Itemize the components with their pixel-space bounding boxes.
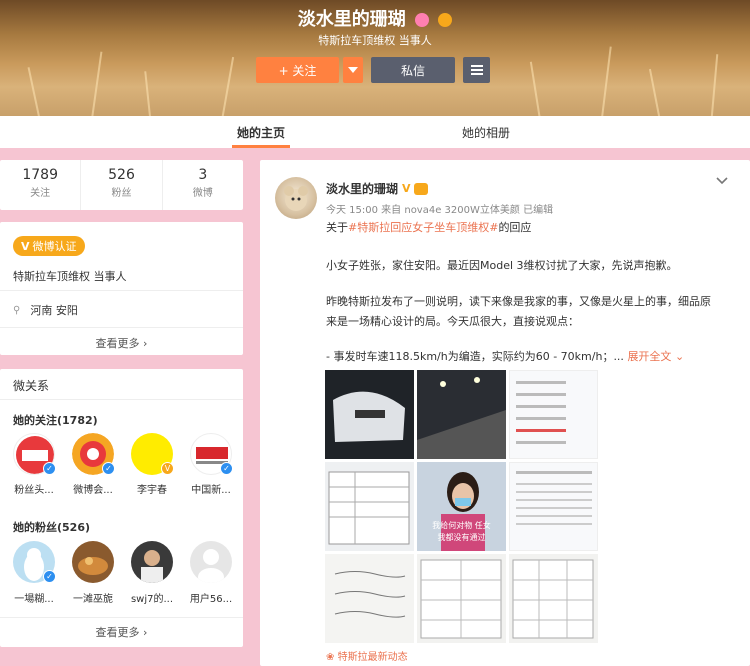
following-name-2[interactable]: 微博会...: [67, 481, 119, 496]
verified-icon: ✓: [220, 462, 233, 475]
post-text-line: 关于#特斯拉回应女子坐车顶维权#的回应: [326, 221, 532, 234]
photo: [334, 571, 406, 618]
chevron-down-icon: [348, 67, 358, 73]
follow-dropdown-button[interactable]: [343, 57, 363, 83]
follow-button[interactable]: + 关注: [256, 57, 339, 83]
verify-badge[interactable]: V 微博认证: [13, 236, 85, 256]
fan-avatar-4[interactable]: [190, 541, 232, 583]
chevron-down-icon: [716, 177, 728, 185]
photo: [516, 471, 592, 525]
chevron-down-icon: ⌄: [674, 350, 685, 363]
photo: [420, 559, 502, 639]
image-caption: 我都没有通过: [437, 533, 486, 542]
info-card: V 微博认证 特斯拉车顶维权 当事人 ⚲ 河南 安阳 查看更多 ›: [0, 222, 243, 355]
verified-icon: ✓: [43, 570, 56, 583]
post-image-2[interactable]: [417, 370, 506, 459]
post-card: 淡水里的珊瑚 V 今天 15:00 来自 nova4e 3200W立体美颜 已编…: [260, 160, 750, 666]
tab-album[interactable]: 她的相册: [462, 124, 510, 141]
hashtag-link[interactable]: #特斯拉回应女子坐车顶维权#: [348, 221, 498, 234]
verified-icon: ✓: [102, 462, 115, 475]
fans-title[interactable]: 她的粉丝(526): [13, 519, 90, 535]
relations-card: 微关系 她的关注(1782) ✓ 粉丝头... ✓ 微博会... V 李宇春 ✓…: [0, 369, 243, 647]
more-menu-button[interactable]: [463, 57, 490, 83]
stats-card: 1789 关注 526 粉丝 3 微博: [0, 160, 243, 210]
post-author-avatar[interactable]: [275, 177, 317, 219]
topic-flower-icon: ❀: [326, 652, 335, 663]
fan-name-4[interactable]: 用户56...: [185, 590, 237, 605]
avatar: [284, 186, 308, 211]
photo: [417, 377, 506, 459]
profile-subtitle: 特斯拉车顶维权 当事人: [318, 34, 432, 47]
post-image-8[interactable]: [417, 554, 506, 643]
expand-full-text-link[interactable]: 展开全文 ⌄: [627, 350, 684, 363]
verified-icon: ✓: [43, 462, 56, 475]
image-caption: 我给何对物 任女: [432, 521, 491, 530]
fan-name-2[interactable]: 一滩巫旎: [67, 590, 119, 605]
post-meta: 今天 15:00 来自 nova4e 3200W立体美颜 已编辑: [326, 205, 554, 216]
location-pin-icon: ⚲: [13, 304, 21, 316]
location-row: ⚲ 河南 安阳: [13, 304, 78, 317]
see-more-link[interactable]: 查看更多 ›: [0, 624, 243, 640]
post-author-name[interactable]: 淡水里的珊瑚 V: [326, 180, 428, 197]
chevron-right-icon: ›: [143, 337, 148, 350]
following-title[interactable]: 她的关注(1782): [13, 412, 98, 428]
message-button[interactable]: 私信: [371, 57, 455, 83]
photo: [333, 391, 405, 442]
post-image-3[interactable]: [509, 370, 598, 459]
following-name-3[interactable]: 李宇春: [126, 481, 178, 496]
chevron-right-icon: ›: [143, 626, 148, 639]
vip-icon[interactable]: [413, 182, 428, 195]
topic-link[interactable]: ❀ 特斯拉最新动态: [326, 648, 408, 663]
vip-icon[interactable]: [438, 13, 453, 27]
avatar: [78, 557, 108, 575]
info-description: 特斯拉车顶维权 当事人: [13, 270, 127, 283]
v-icon: V: [21, 239, 30, 253]
stat-fans[interactable]: 526 粉丝: [81, 160, 163, 210]
post-image-5[interactable]: 我给何对物 任女 我都没有通过: [417, 462, 506, 551]
female-icon: [415, 13, 429, 27]
fan-avatar-3[interactable]: [131, 541, 173, 583]
divider: [0, 399, 243, 400]
relations-title: 微关系: [13, 379, 50, 393]
divider: [0, 327, 243, 328]
see-more-link[interactable]: 查看更多 ›: [0, 335, 243, 351]
post-image-4[interactable]: [325, 462, 414, 551]
post-image-9[interactable]: [509, 554, 598, 643]
tab-active-indicator: [232, 145, 290, 148]
menu-icon: [470, 65, 483, 75]
post-menu-chevron[interactable]: [716, 174, 728, 188]
post-text-line: 来是一场精心设计的局。今天瓜很大，直接说观点：: [326, 315, 579, 328]
divider: [0, 290, 243, 291]
profile-name: 淡水里的珊瑚: [0, 5, 750, 31]
post-image-1[interactable]: [325, 370, 414, 459]
photo: [516, 381, 566, 444]
post-text-line: 昨晚特斯拉发布了一则说明，读下来像是我家的事，又像是火星上的事，细品原: [326, 295, 711, 308]
verified-icon: V: [161, 462, 174, 475]
fan-avatar-2[interactable]: [72, 541, 114, 583]
avatar: [198, 549, 224, 583]
following-name-4[interactable]: 中国新...: [185, 481, 237, 496]
fan-name-1[interactable]: 一場糊...: [8, 590, 60, 605]
verified-v-icon: V: [402, 182, 411, 195]
avatar: [141, 550, 163, 583]
post-image-7[interactable]: [325, 554, 414, 643]
post-text-line: - 事发时车速118.5km/h为编造，实际约为60 - 70km/h；... …: [326, 350, 685, 363]
photo: [328, 471, 410, 545]
tab-home[interactable]: 她的主页: [237, 124, 285, 141]
following-name-1[interactable]: 粉丝头...: [8, 481, 60, 496]
profile-tabbar: 她的主页 她的相册: [0, 116, 750, 148]
stat-posts[interactable]: 3 微博: [163, 160, 243, 210]
stat-following[interactable]: 1789 关注: [0, 160, 82, 210]
photo: [512, 559, 594, 639]
post-text-line: 小女子姓张，家住安阳。最近因Model 3维权讨扰了大家，先说声抱歉。: [326, 259, 678, 272]
divider: [0, 617, 243, 618]
fan-name-3[interactable]: swj7的...: [126, 590, 178, 605]
post-image-6[interactable]: [509, 462, 598, 551]
